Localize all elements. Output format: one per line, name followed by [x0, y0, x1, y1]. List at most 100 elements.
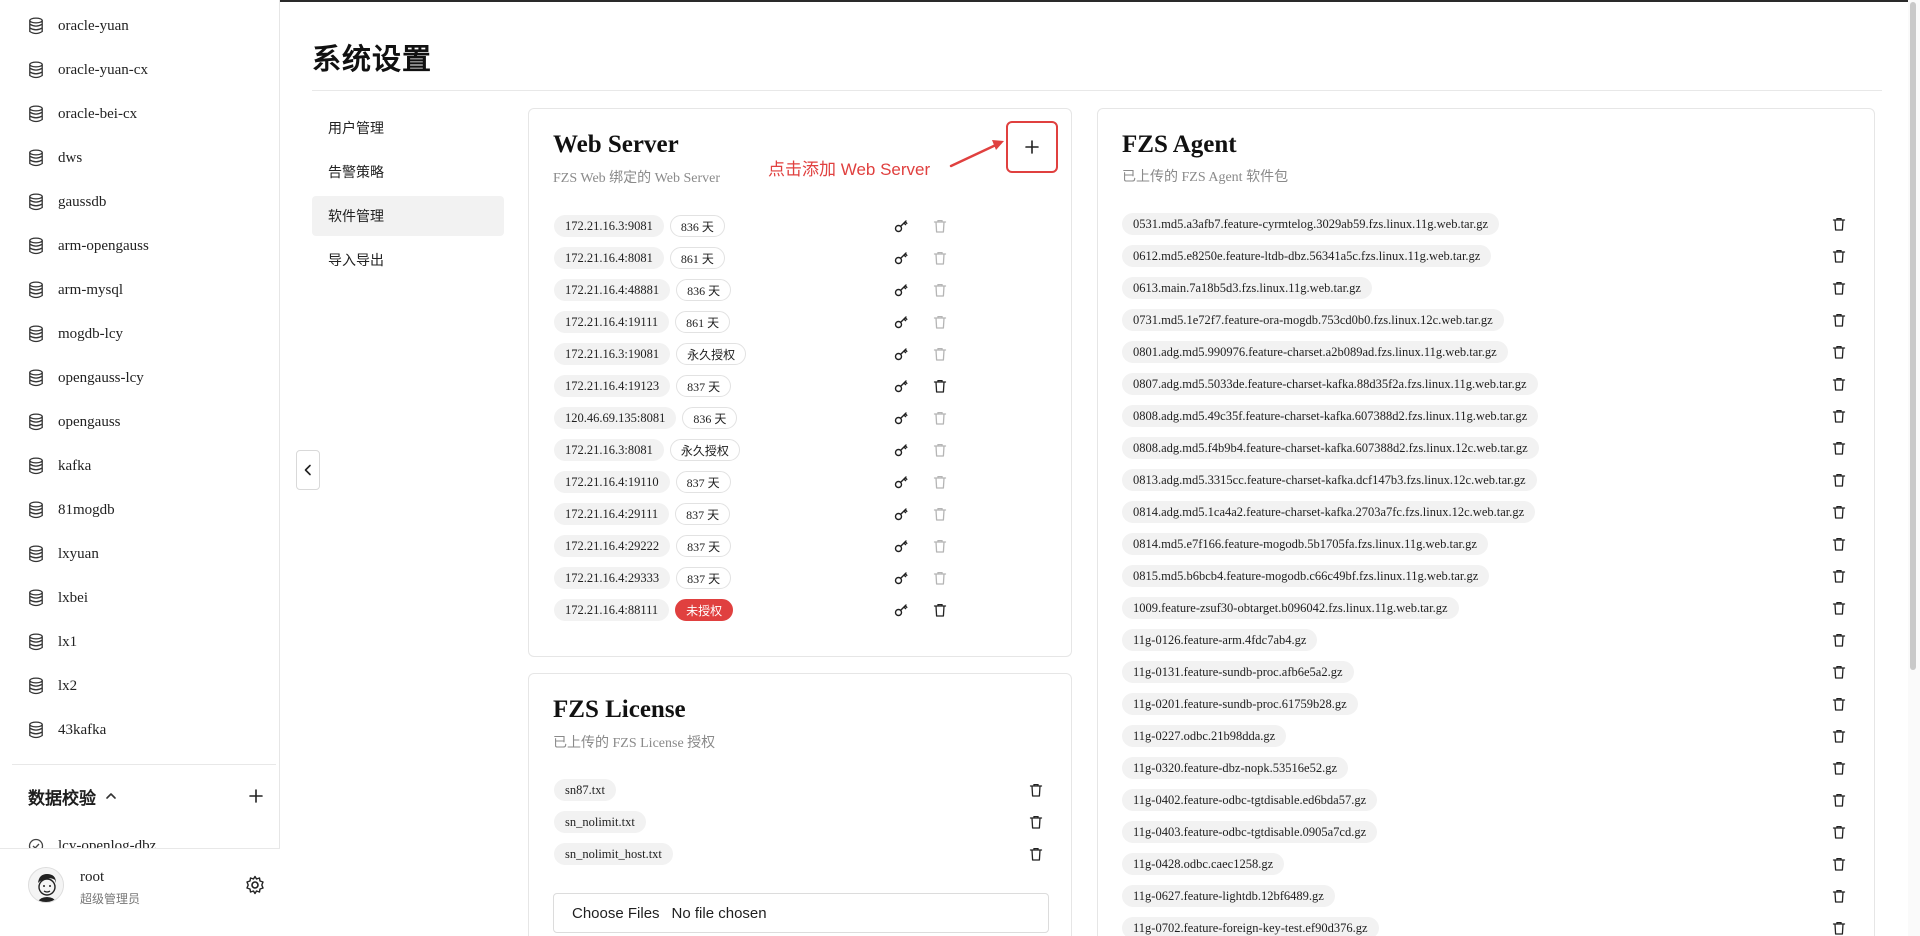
database-icon [28, 237, 44, 255]
sidebar-item-db[interactable]: 43kafka [28, 715, 106, 745]
sidebar-item-db[interactable]: lxyuan [28, 539, 99, 569]
key-icon[interactable] [893, 474, 909, 490]
sidebar-item-db[interactable]: oracle-yuan-cx [28, 55, 148, 85]
trash-icon[interactable] [1831, 216, 1847, 232]
key-icon[interactable] [893, 314, 909, 330]
sidebar-item-db[interactable]: lx2 [28, 671, 77, 701]
page-scrollbar[interactable] [1908, 0, 1920, 936]
sidebar-item-db[interactable]: dws [28, 143, 82, 173]
sidebar-item-label: dws [58, 149, 83, 166]
trash-icon[interactable] [1831, 792, 1847, 808]
trash-icon[interactable] [1831, 344, 1847, 360]
agent-file-row: 0801.adg.md5.990976.feature-charset.a2b0… [1122, 341, 1508, 363]
scrollbar-thumb[interactable] [1910, 2, 1916, 670]
choose-files-button[interactable]: Choose Files [572, 905, 660, 922]
trash-icon[interactable] [1831, 536, 1847, 552]
trash-icon[interactable] [1028, 846, 1044, 862]
chevron-up-icon[interactable] [104, 789, 118, 803]
license-file-name: sn_nolimit.txt [554, 811, 646, 833]
key-icon[interactable] [893, 410, 909, 426]
trash-icon[interactable] [1831, 504, 1847, 520]
trash-icon[interactable] [1028, 814, 1044, 830]
add-web-server-button[interactable] [1006, 121, 1058, 173]
add-data-verify-button[interactable] [244, 784, 268, 808]
trash-icon[interactable] [932, 538, 948, 554]
gear-icon[interactable] [245, 875, 265, 895]
key-icon[interactable] [893, 282, 909, 298]
trash-icon[interactable] [932, 410, 948, 426]
trash-icon[interactable] [1831, 440, 1847, 456]
key-icon[interactable] [893, 570, 909, 586]
key-icon[interactable] [893, 538, 909, 554]
license-badge: 837 天 [675, 471, 731, 493]
sidebar-item-db[interactable]: 81mogdb [28, 495, 115, 525]
trash-icon[interactable] [932, 442, 948, 458]
trash-icon[interactable] [1831, 856, 1847, 872]
trash-icon[interactable] [1831, 696, 1847, 712]
trash-icon[interactable] [932, 474, 948, 490]
trash-icon[interactable] [1831, 472, 1847, 488]
sidebar-item-label: mogdb-lcy [58, 325, 123, 342]
trash-icon[interactable] [1831, 824, 1847, 840]
license-file-row: sn_nolimit_host.txt [554, 843, 673, 865]
trash-icon[interactable] [1831, 408, 1847, 424]
trash-icon[interactable] [932, 506, 948, 522]
avatar[interactable] [28, 867, 64, 903]
sidebar-item-label: arm-opengauss [58, 237, 149, 254]
collapse-sidebar-button[interactable] [296, 450, 320, 490]
sidebar-item-db[interactable]: arm-mysql [28, 275, 123, 305]
key-icon[interactable] [893, 506, 909, 522]
trash-icon[interactable] [1831, 280, 1847, 296]
key-icon[interactable] [893, 346, 909, 362]
web-server-address: 172.21.16.3:19081 [554, 343, 671, 365]
web-server-row: 172.21.16.3:8081 永久授权 [554, 439, 740, 461]
sidebar-item-db[interactable]: oracle-bei-cx [28, 99, 137, 129]
sidebar-item-db[interactable]: arm-opengauss [28, 231, 149, 261]
data-verify-section-header[interactable]: 数据校验 [28, 782, 268, 810]
sidebar: oracle-yuan oracle-yuan-cx oracle-bei-cx dw… [0, 0, 280, 936]
settings-nav-item[interactable]: 告警策略 [312, 152, 504, 192]
trash-icon[interactable] [1831, 920, 1847, 936]
sidebar-item-db[interactable]: lx1 [28, 627, 77, 657]
trash-icon[interactable] [1831, 728, 1847, 744]
trash-icon[interactable] [1831, 632, 1847, 648]
license-file-input[interactable]: Choose Files No file chosen [553, 893, 1049, 933]
key-icon[interactable] [893, 602, 909, 618]
trash-icon[interactable] [1831, 568, 1847, 584]
trash-icon[interactable] [1831, 312, 1847, 328]
trash-icon[interactable] [932, 250, 948, 266]
trash-icon[interactable] [932, 602, 948, 618]
trash-icon[interactable] [932, 218, 948, 234]
web-server-row: 172.21.16.3:19081 永久授权 [554, 343, 747, 365]
sidebar-item-db[interactable]: gaussdb [28, 187, 106, 217]
settings-nav-item[interactable]: 导入导出 [312, 240, 504, 280]
trash-icon[interactable] [932, 314, 948, 330]
sidebar-item-db[interactable]: opengauss-lcy [28, 363, 144, 393]
trash-icon[interactable] [1831, 376, 1847, 392]
settings-nav-item[interactable]: 软件管理 [312, 196, 504, 236]
trash-icon[interactable] [1831, 248, 1847, 264]
sidebar-item-db[interactable]: oracle-yuan [28, 11, 129, 41]
database-icon [28, 61, 44, 79]
trash-icon[interactable] [932, 378, 948, 394]
key-icon[interactable] [893, 250, 909, 266]
sidebar-item-db[interactable]: mogdb-lcy [28, 319, 123, 349]
settings-nav-item[interactable]: 用户管理 [312, 108, 504, 148]
web-server-address: 172.21.16.4:48881 [554, 279, 671, 301]
key-icon[interactable] [893, 378, 909, 394]
key-icon[interactable] [893, 442, 909, 458]
trash-icon[interactable] [1028, 782, 1044, 798]
trash-icon[interactable] [1831, 600, 1847, 616]
sidebar-item-db[interactable]: opengauss [28, 407, 121, 437]
trash-icon[interactable] [932, 346, 948, 362]
sidebar-item-db[interactable]: lxbei [28, 583, 88, 613]
trash-icon[interactable] [1831, 888, 1847, 904]
trash-icon[interactable] [1831, 760, 1847, 776]
key-icon[interactable] [893, 218, 909, 234]
sidebar-item-label: lxyuan [58, 545, 99, 562]
trash-icon[interactable] [932, 282, 948, 298]
trash-icon[interactable] [932, 570, 948, 586]
license-badge: 837 天 [676, 375, 732, 397]
sidebar-item-db[interactable]: kafka [28, 451, 91, 481]
trash-icon[interactable] [1831, 664, 1847, 680]
